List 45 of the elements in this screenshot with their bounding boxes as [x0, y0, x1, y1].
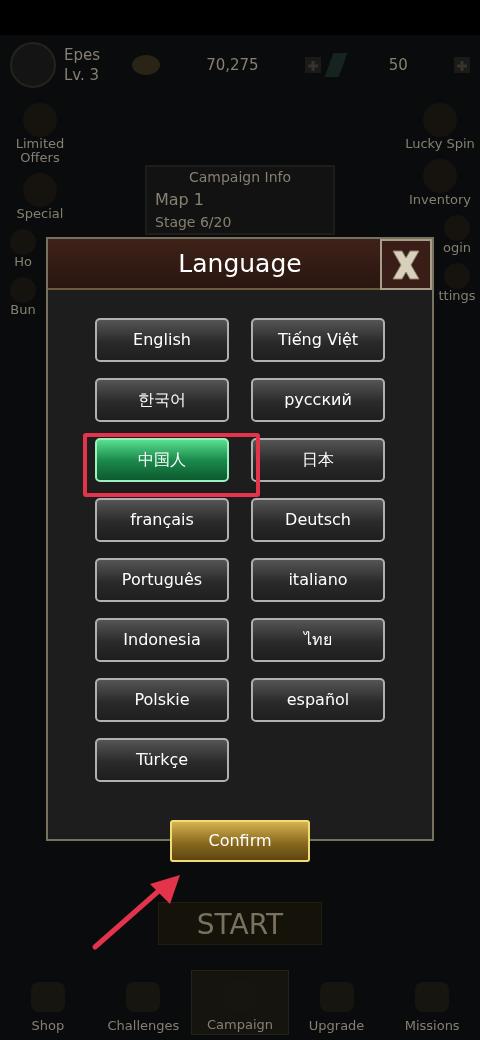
dialog-title: Language	[178, 247, 302, 280]
language-button[interactable]: ไทย	[251, 618, 385, 662]
language-button[interactable]: English	[95, 318, 229, 362]
stage-label: Stage 6/20	[155, 213, 233, 232]
menu-label: Lucky Spin	[405, 137, 475, 151]
campaign-info-panel[interactable]: Campaign Info Map 1 Stage 6/20	[145, 165, 335, 235]
map-label: Map 1	[155, 189, 206, 211]
language-button[interactable]: русский	[251, 378, 385, 422]
menu-label: Ho	[14, 255, 32, 269]
language-button[interactable]: Indonesia	[95, 618, 229, 662]
language-button[interactable]: 中国人	[95, 438, 229, 482]
language-button[interactable]: español	[251, 678, 385, 722]
nav-tab[interactable]: Challenges	[95, 970, 192, 1035]
avatar-circle[interactable]	[10, 42, 56, 88]
menu-label: ttings	[438, 289, 476, 303]
language-button[interactable]: italiano	[251, 558, 385, 602]
start-button[interactable]: START	[158, 902, 322, 945]
language-button[interactable]: 日本	[251, 438, 385, 482]
language-button[interactable]: Türkçe	[95, 738, 229, 782]
menu-label: Limited Offers	[14, 137, 66, 165]
gem-icon	[324, 53, 348, 77]
close-button[interactable]	[380, 239, 432, 290]
language-button[interactable]: Polskie	[95, 678, 229, 722]
nav-tab[interactable]: Missions	[384, 970, 480, 1035]
plus-icon[interactable]	[304, 57, 321, 73]
confirm-button[interactable]: Confirm	[170, 820, 310, 862]
language-button[interactable]: français	[95, 498, 229, 542]
nav-tab[interactable]: Shop	[0, 970, 96, 1035]
menu-label: Inventory	[408, 193, 472, 207]
nav-tab[interactable]: Upgrade	[288, 970, 385, 1035]
currency-amount: 70,275	[205, 54, 260, 76]
coin-icon	[132, 55, 161, 75]
panel-title: Campaign Info	[187, 168, 293, 187]
nav-tab[interactable]: Campaign	[191, 970, 289, 1035]
language-button[interactable]: Deutsch	[251, 498, 385, 542]
player-level: Lv. 3	[64, 65, 101, 85]
menu-label: ogin	[442, 241, 472, 255]
player-name: Epes	[64, 45, 101, 65]
language-button[interactable]: 한국어	[95, 378, 229, 422]
menu-label: Bun	[10, 303, 36, 317]
language-button[interactable]: Português	[95, 558, 229, 602]
menu-label: Special	[16, 207, 64, 221]
currency-amount: 50	[387, 54, 409, 76]
language-button[interactable]: Tiếng Việt	[251, 318, 385, 362]
plus-icon[interactable]	[454, 57, 470, 73]
